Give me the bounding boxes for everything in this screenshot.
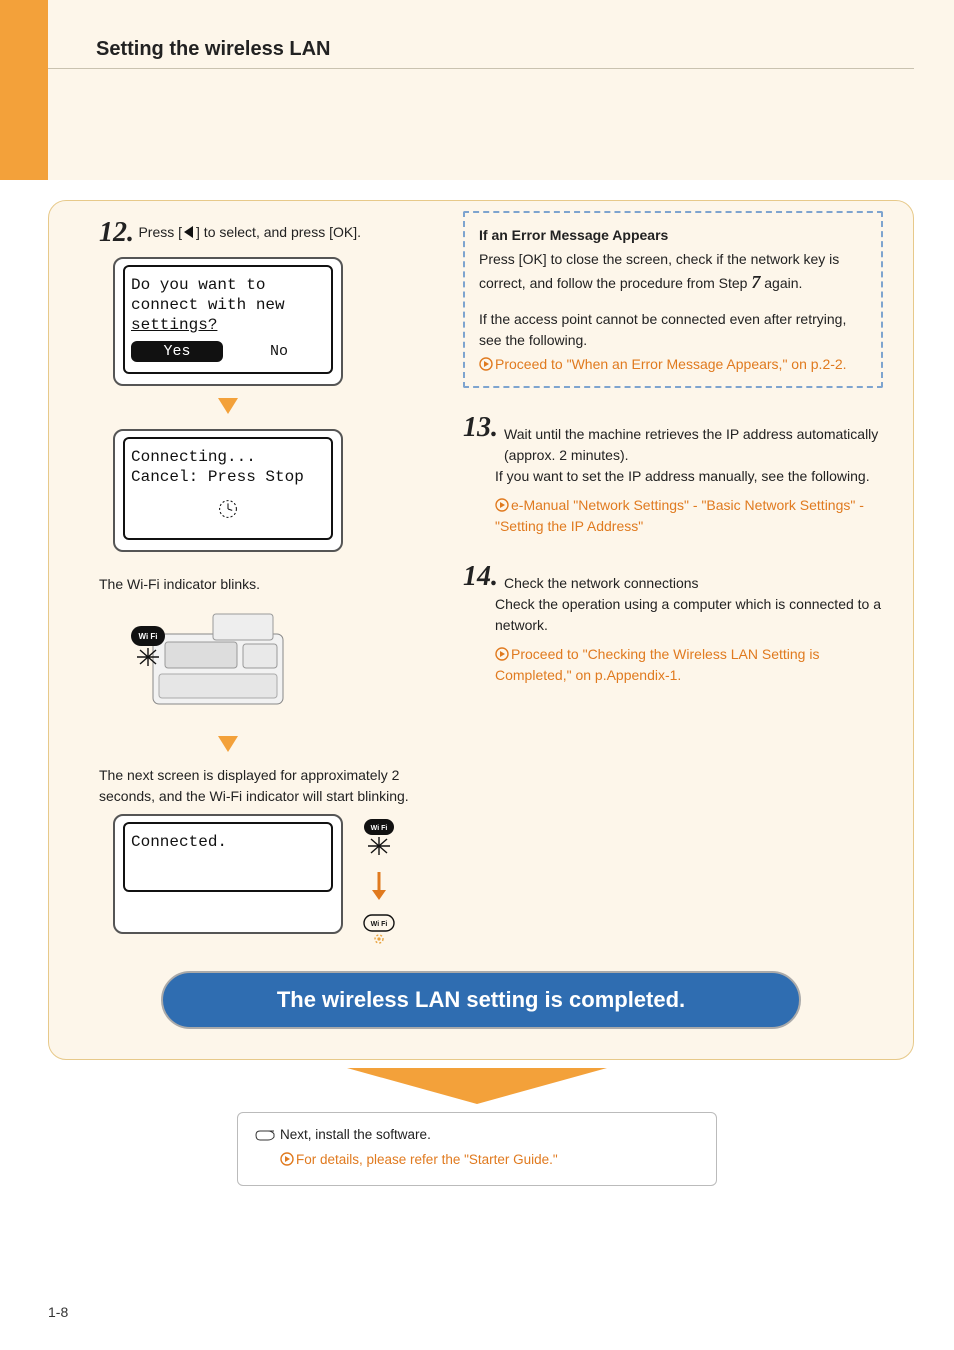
wifi-steady-icon: Wi Fi	[354, 911, 404, 947]
bottom-note-line1: Next, install the software.	[254, 1125, 700, 1148]
bottom-note-text: Next, install the software.	[280, 1127, 431, 1142]
header-bar	[48, 0, 954, 180]
bottom-note: Next, install the software. For details,…	[237, 1112, 717, 1186]
arrow-circle-icon	[479, 356, 493, 370]
pointing-hand-icon	[254, 1128, 276, 1148]
svg-text:Wi Fi: Wi Fi	[371, 921, 388, 928]
step-13-line2: If you want to set the IP address manual…	[495, 466, 883, 487]
callout-link: Proceed to "When an Error Message Appear…	[479, 354, 867, 374]
lcd-screen-connected: Connected.	[113, 814, 343, 934]
wifi-blinks-text: The Wi-Fi indicator blinks.	[99, 574, 469, 594]
wifi-blinking-icon: Wi Fi	[354, 811, 404, 861]
step-14-link: Proceed to "Checking the Wireless LAN Se…	[495, 644, 883, 686]
completion-banner: The wireless LAN setting is completed.	[161, 971, 801, 1029]
svg-text:Wi Fi: Wi Fi	[371, 825, 388, 832]
step-12-text-before: Press [	[138, 224, 182, 240]
wifi-indicator-transition: Wi Fi Wi Fi	[349, 811, 409, 952]
clock-icon	[131, 495, 325, 528]
bottom-note-link-text: For details, please refer the "Starter G…	[296, 1152, 558, 1167]
step-12: 12. Press [ ] to select, and press [OK].	[99, 217, 469, 249]
step-12-number: 12.	[99, 217, 134, 248]
left-arrow-icon	[182, 225, 196, 242]
lcd-line: Do you want to	[131, 275, 325, 295]
next-screen-text: The next screen is displayed for approxi…	[99, 765, 449, 806]
callout-text: again.	[760, 275, 802, 291]
callout-body-2: If the access point cannot be connected …	[479, 309, 867, 350]
step-13-line1: Wait until the machine retrieves the IP …	[504, 414, 883, 466]
lcd-line: Connected.	[131, 832, 325, 852]
step-14-link-text: Proceed to "Checking the Wireless LAN Se…	[495, 646, 819, 683]
step-14-line1: Check the network connections	[504, 563, 699, 594]
arrow-circle-icon	[495, 497, 509, 511]
step-13-link: e-Manual "Network Settings" - "Basic Net…	[495, 495, 883, 537]
arrow-circle-icon	[280, 1152, 294, 1166]
step-13-link-text: e-Manual "Network Settings" - "Basic Net…	[495, 497, 864, 534]
lcd-screen-prompt: Do you want to connect with new settings…	[113, 257, 343, 386]
lcd-line: connect with new	[131, 295, 325, 315]
callout-link-text: Proceed to "When an Error Message Appear…	[495, 356, 847, 372]
error-callout: If an Error Message Appears Press [OK] t…	[463, 211, 883, 388]
step-13: 13. Wait until the machine retrieves the…	[463, 414, 883, 537]
step-14-number: 14.	[463, 563, 498, 591]
content-panel: 12. Press [] to select, and press [OK]. …	[48, 200, 914, 1060]
step-12-text: Press [ ] to select, and press [OK].	[138, 224, 361, 240]
arrow-circle-icon	[495, 646, 509, 660]
lcd-line: Cancel: Press Stop	[131, 467, 325, 487]
header-rule	[48, 68, 914, 69]
down-arrow-icon	[349, 872, 409, 905]
lcd-yes-button: Yes	[131, 341, 223, 362]
down-arrow-icon	[99, 396, 357, 421]
lcd-no-button: No	[233, 341, 325, 362]
printer-illustration: Wi Fi	[113, 604, 313, 724]
step-14-line2: Check the operation using a computer whi…	[495, 594, 883, 636]
callout-body: Press [OK] to close the screen, check if…	[479, 249, 867, 295]
down-arrow-icon	[99, 734, 357, 759]
lcd-line: Connecting...	[131, 447, 325, 467]
step-13-number: 13.	[463, 414, 498, 442]
section-title: Setting the wireless LAN	[96, 38, 331, 61]
step-12-text-after: ] to select, and press [OK].	[196, 224, 361, 240]
page-number: 1-8	[48, 1304, 68, 1320]
side-tab	[0, 0, 48, 180]
svg-text:Wi Fi: Wi Fi	[138, 632, 157, 641]
step-14: 14. Check the network connections Check …	[463, 563, 883, 686]
callout-title: If an Error Message Appears	[479, 227, 867, 243]
step-ref-7: 7	[751, 272, 760, 292]
wedge-arrow-icon	[347, 1068, 607, 1109]
lcd-line: settings?	[131, 315, 325, 335]
lcd-screen-connecting: Connecting... Cancel: Press Stop	[113, 429, 343, 552]
bottom-note-link: For details, please refer the "Starter G…	[280, 1150, 700, 1170]
completion-text: The wireless LAN setting is completed.	[277, 987, 685, 1012]
